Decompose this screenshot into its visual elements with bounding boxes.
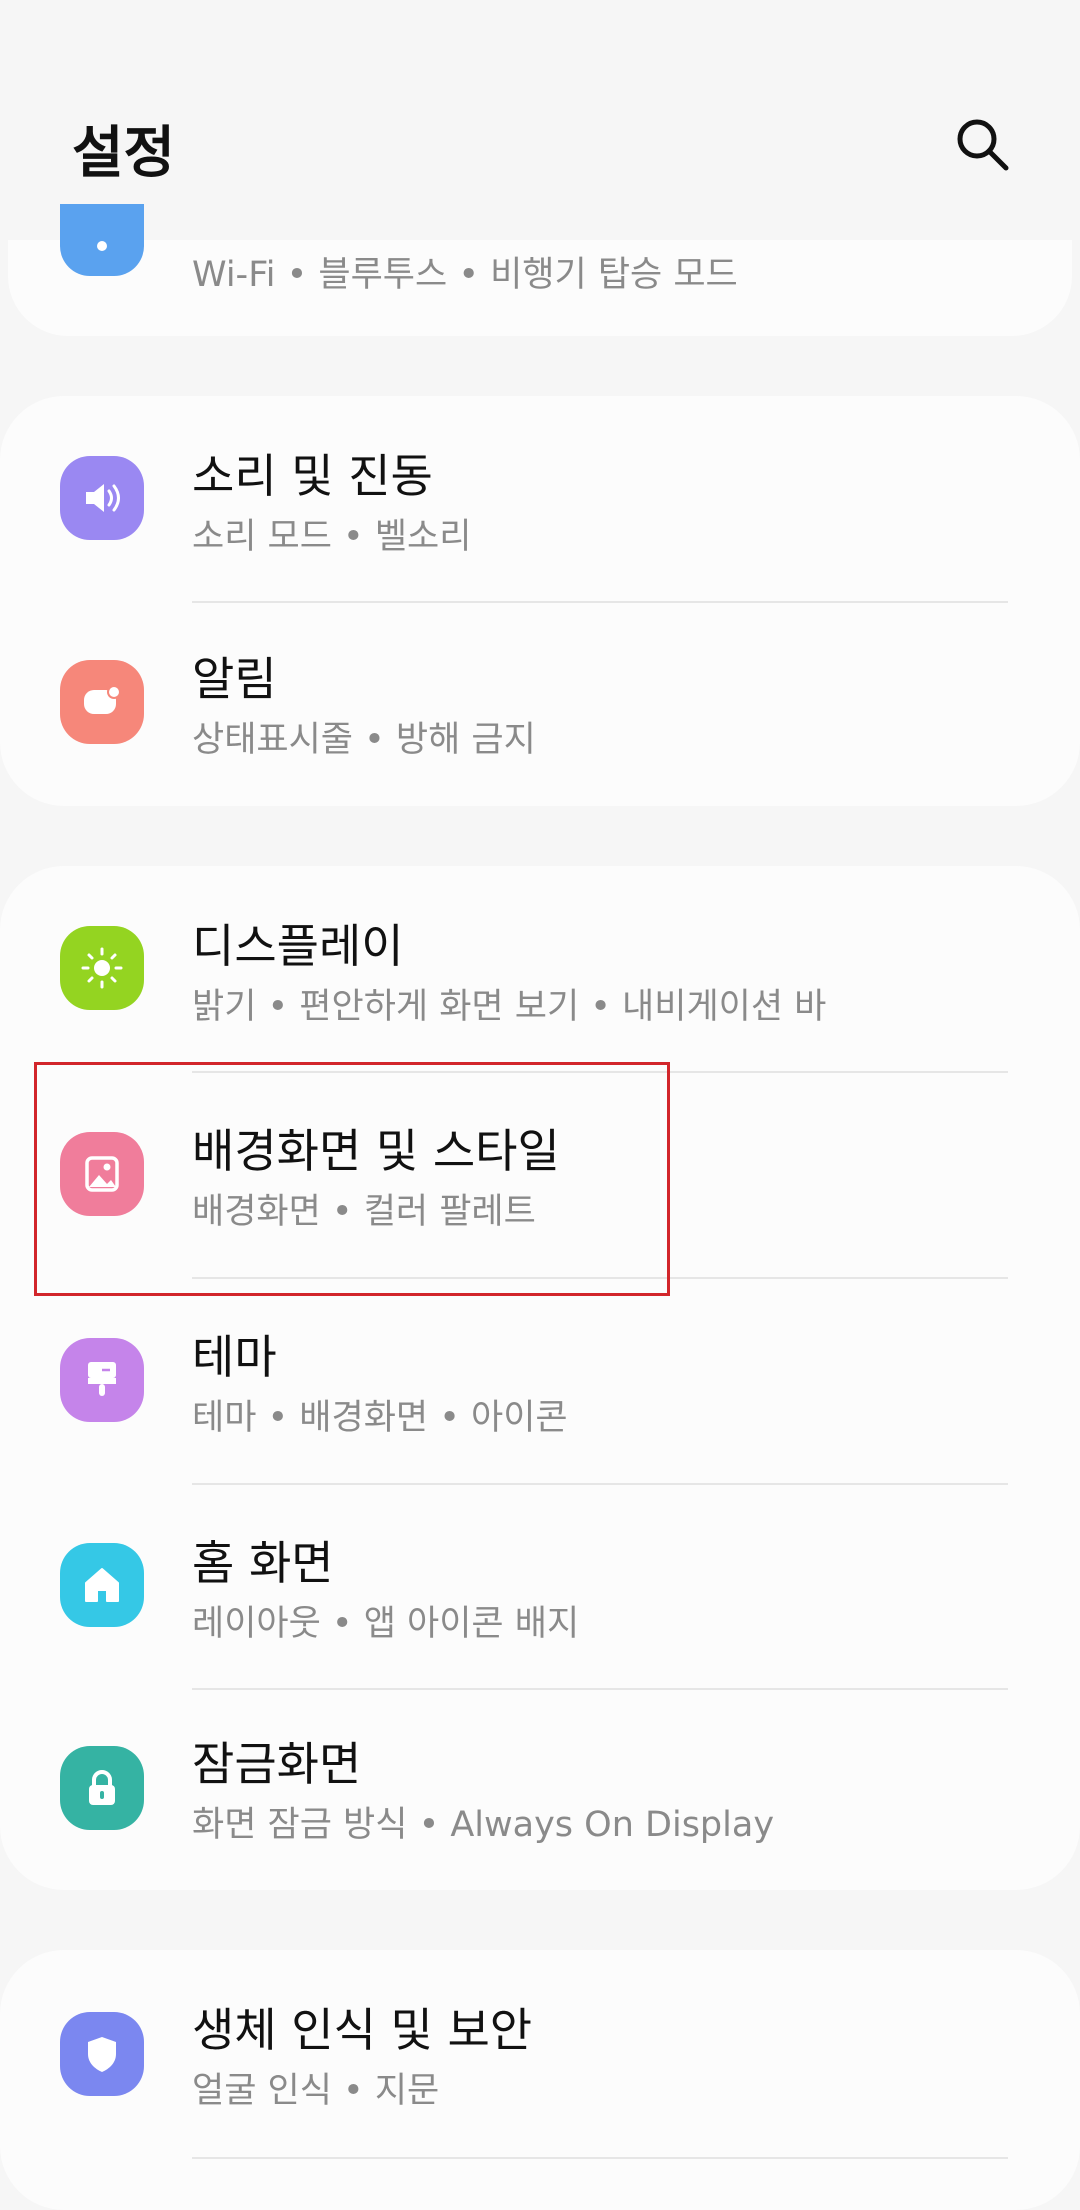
notifications-subtitle: 상태표시줄 • 방해 금지 [192, 720, 536, 760]
biometrics-subtitle: 얼굴 인식 • 지문 [192, 2071, 440, 2111]
display-subtitle: 밝기 • 편안하게 화면 보기 • 내비게이션 바 [192, 987, 827, 1027]
biometrics-title: 생체 인식 및 보안 [192, 2003, 533, 2057]
notifications-title: 알림 [192, 652, 277, 706]
search-icon [957, 119, 1009, 171]
settings-item-connections[interactable]: Wi-Fi • 블루투스 • 비행기 탑승 모드 [0, 204, 1080, 336]
display-icon-tile [60, 926, 144, 1010]
speaker-icon [86, 484, 120, 512]
settings-item-notifications[interactable]: 알림 상태표시줄 • 방해 금지 [0, 603, 1080, 806]
display-title: 디스플레이 [192, 919, 404, 973]
lock-screen-icon-tile [60, 1746, 144, 1830]
settings-item-theme[interactable]: 테마 테마 • 배경화면 • 아이콘 [0, 1279, 1080, 1483]
theme-title: 테마 [192, 1330, 277, 1384]
security-icon-tile [60, 2012, 144, 2096]
highlight-box [34, 1062, 670, 1296]
connections-subtitle: Wi-Fi • 블루투스 • 비행기 탑승 모드 [192, 255, 738, 295]
lock-icon [89, 1770, 115, 1805]
home-icon [85, 1568, 119, 1602]
home-icon-tile [60, 1543, 144, 1627]
settings-item-display[interactable]: 디스플레이 밝기 • 편안하게 화면 보기 • 내비게이션 바 [0, 866, 1080, 1071]
lock-screen-subtitle: 화면 잠금 방식 • Always On Display [192, 1805, 775, 1845]
search-button[interactable] [950, 112, 1014, 176]
notifications-icon-tile [60, 660, 144, 744]
home-screen-title: 홈 화면 [192, 1536, 334, 1590]
shield-icon [88, 2037, 116, 2072]
sound-title: 소리 및 진동 [192, 449, 433, 503]
divider [192, 2157, 1008, 2159]
theme-subtitle: 테마 • 배경화면 • 아이콘 [192, 1398, 568, 1438]
notification-icon [84, 685, 121, 714]
page-title: 설정 [72, 121, 176, 186]
sound-icon-tile [60, 456, 144, 540]
wifi-icon [97, 241, 107, 251]
theme-icon-tile [60, 1338, 144, 1422]
lock-screen-title: 잠금화면 [192, 1737, 362, 1791]
app-header: 설정 [0, 0, 1080, 250]
settings-item-sound[interactable]: 소리 및 진동 소리 모드 • 벨소리 [0, 396, 1080, 601]
settings-item-biometrics-security[interactable]: 생체 인식 및 보안 얼굴 인식 • 지문 [0, 1950, 1080, 2150]
settings-item-lock-screen[interactable]: 잠금화면 화면 잠금 방식 • Always On Display [0, 1690, 1080, 1890]
connections-icon-tile [60, 204, 144, 276]
paintbrush-icon [88, 1362, 116, 1396]
home-screen-subtitle: 레이아웃 • 앱 아이콘 배지 [192, 1604, 580, 1644]
settings-item-home-screen[interactable]: 홈 화면 레이아웃 • 앱 아이콘 배지 [0, 1485, 1080, 1688]
sun-icon [81, 947, 123, 989]
sound-subtitle: 소리 모드 • 벨소리 [192, 517, 472, 557]
